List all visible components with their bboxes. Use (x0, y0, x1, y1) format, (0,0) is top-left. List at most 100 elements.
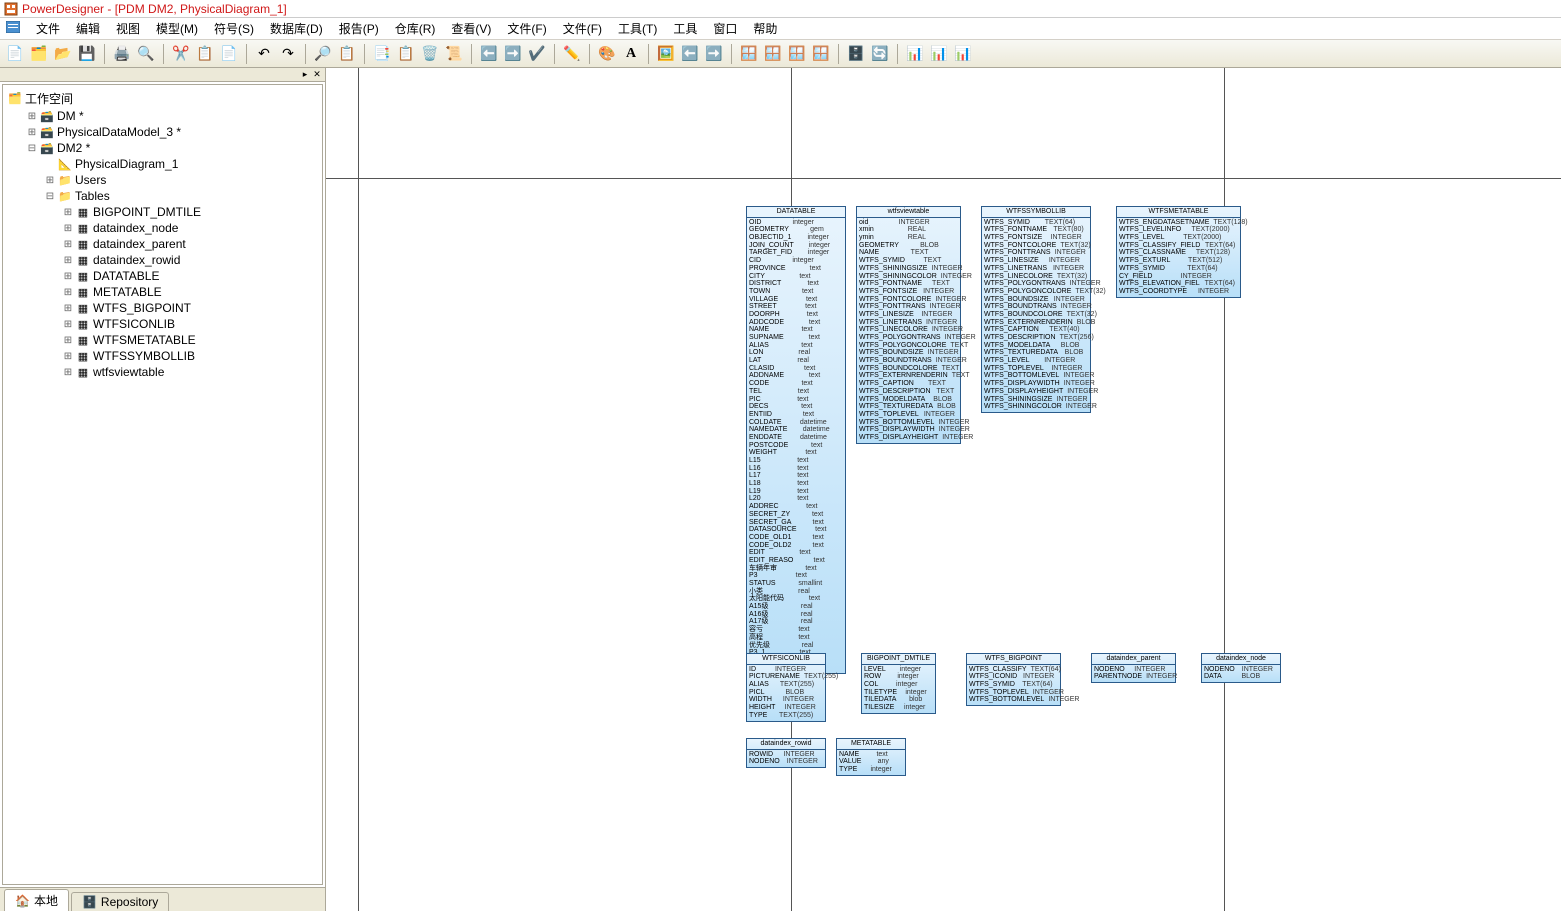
panel-close-icon[interactable]: ✕ (311, 69, 323, 81)
tool-list-icon[interactable]: 📜 (443, 43, 465, 65)
pencil-icon[interactable]: ✏️ (561, 43, 583, 65)
print-button[interactable]: 🖨️ (111, 43, 133, 65)
new-button[interactable]: 📄 (4, 43, 26, 65)
tree-table-WTFSICONLIB[interactable]: ⊞▦WTFSICONLIB (61, 316, 318, 332)
arrow-fwd-icon[interactable]: ➡️ (703, 43, 725, 65)
entity-title: WTFSICONLIB (747, 654, 825, 665)
menu-符号(S)[interactable]: 符号(S) (206, 20, 262, 38)
tree-workspace[interactable]: 🗂️ 工作空间 (7, 89, 318, 108)
tree-table-BIGPOINT_DMTILE[interactable]: ⊞▦BIGPOINT_DMTILE (61, 204, 318, 220)
mdi-icon[interactable] (6, 21, 24, 36)
entity-datatable[interactable]: DATATABLEOIDintegerGEOMETRYgemOBJECTID_1… (746, 206, 846, 674)
menu-报告(P)[interactable]: 报告(P) (331, 20, 387, 38)
tree-diagram[interactable]: 📐PhysicalDiagram_1 (43, 156, 318, 172)
db-reverse-icon[interactable]: 🔄 (869, 43, 891, 65)
window1-icon[interactable]: 🪟 (738, 43, 760, 65)
view2-icon[interactable]: 📊 (928, 43, 950, 65)
tree-pdm3[interactable]: ⊞🗃️PhysicalDataModel_3 * (25, 124, 318, 140)
tool-copy-icon[interactable]: 📑 (371, 43, 393, 65)
image-icon[interactable]: 🖼️ (655, 43, 677, 65)
browser-panel: ▸ ✕ 🗂️ 工作空间 ⊞🗃️DM * ⊞🗃️PhysicalDataModel… (0, 68, 326, 911)
entity-wtfs_bigpoint[interactable]: WTFS_BIGPOINTWTFS_CLASSIFYTEXT(64)WTFS_I… (966, 653, 1061, 706)
entity-columns: WTFS_ENGDATASETNAMETEXT(128)WTFS_LEVELIN… (1117, 218, 1240, 297)
tree-users[interactable]: ⊞📁Users (43, 172, 318, 188)
entity-dataindex_parent[interactable]: dataindex_parentNODENOINTEGERPARENTNODEI… (1091, 653, 1176, 683)
menu-文件(F)[interactable]: 文件(F) (499, 20, 554, 38)
entity-bigpoint_dmtile[interactable]: BIGPOINT_DMTILELEVELintegerROWintegerCOL… (861, 653, 936, 714)
undo-button[interactable]: ↶ (253, 43, 275, 65)
menu-工具(T)[interactable]: 工具(T) (610, 20, 665, 38)
window2-icon[interactable]: 🪟 (762, 43, 784, 65)
tree-table-dataindex_node[interactable]: ⊞▦dataindex_node (61, 220, 318, 236)
window3-icon[interactable]: 🪟 (786, 43, 808, 65)
tree-table-DATATABLE[interactable]: ⊞▦DATATABLE (61, 268, 318, 284)
preview-button[interactable]: 🔍 (135, 43, 157, 65)
tree-table-WTFSSYMBOLLIB[interactable]: ⊞▦WTFSSYMBOLLIB (61, 348, 318, 364)
tool-check-icon[interactable]: ✔️ (526, 43, 548, 65)
menu-查看(V)[interactable]: 查看(V) (443, 20, 499, 38)
menu-帮助[interactable]: 帮助 (745, 20, 785, 38)
window4-icon[interactable]: 🪟 (810, 43, 832, 65)
tree-table-dataindex_rowid[interactable]: ⊞▦dataindex_rowid (61, 252, 318, 268)
tree-tables-folder[interactable]: ⊟📁Tables (43, 188, 318, 204)
titlebar: PowerDesigner - [PDM DM2, PhysicalDiagra… (0, 0, 1561, 18)
table-icon: ▦ (75, 285, 91, 299)
open-button[interactable]: 📂 (52, 43, 74, 65)
tool-delete-icon[interactable]: 🗑️ (419, 43, 441, 65)
view3-icon[interactable]: 📊 (952, 43, 974, 65)
menu-工具[interactable]: 工具 (665, 20, 705, 38)
menu-编辑[interactable]: 编辑 (68, 20, 108, 38)
tree-dm[interactable]: ⊞🗃️DM * (25, 108, 318, 124)
tool-nav1-icon[interactable]: ⬅️ (478, 43, 500, 65)
menu-视图[interactable]: 视图 (108, 20, 148, 38)
entity-columns: ROWIDINTEGERNODENOINTEGER (747, 750, 825, 767)
paste-button[interactable]: 📄 (218, 43, 240, 65)
tool-paste-icon[interactable]: 📋 (395, 43, 417, 65)
menu-数据库(D)[interactable]: 数据库(D) (262, 20, 331, 38)
tree-table-WTFS_BIGPOINT[interactable]: ⊞▦WTFS_BIGPOINT (61, 300, 318, 316)
tree-table-WTFSMETATABLE[interactable]: ⊞▦WTFSMETATABLE (61, 332, 318, 348)
entity-wtfssymbollib[interactable]: WTFSSYMBOLLIBWTFS_SYMIDTEXT(64)WTFS_FONT… (981, 206, 1091, 413)
table-icon: ▦ (75, 221, 91, 235)
save-button[interactable]: 💾 (76, 43, 98, 65)
menu-文件(F)[interactable]: 文件(F) (555, 20, 610, 38)
entity-metatable[interactable]: METATABLENAMEtextVALUEanyTYPEinteger (836, 738, 906, 776)
menu-窗口[interactable]: 窗口 (705, 20, 745, 38)
entity-wtfsiconlib[interactable]: WTFSICONLIBIDINTEGERPICTURENAMETEXT(255)… (746, 653, 826, 722)
tree-table-METATABLE[interactable]: ⊞▦METATABLE (61, 284, 318, 300)
view1-icon[interactable]: 📊 (904, 43, 926, 65)
cut-button[interactable]: ✂️ (170, 43, 192, 65)
font-icon[interactable]: A (620, 43, 642, 65)
arrow-back-icon[interactable]: ⬅️ (679, 43, 701, 65)
object-browser-tree[interactable]: 🗂️ 工作空间 ⊞🗃️DM * ⊞🗃️PhysicalDataModel_3 *… (2, 84, 323, 885)
db-generate-icon[interactable]: 🗄️ (845, 43, 867, 65)
color-fill-icon[interactable]: 🎨 (596, 43, 618, 65)
redo-button[interactable]: ↷ (277, 43, 299, 65)
tab-local[interactable]: 🏠本地 (4, 889, 69, 911)
diagram-canvas[interactable]: DATATABLEOIDintegerGEOMETRYgemOBJECTID_1… (326, 68, 1561, 911)
entity-title: WTFS_BIGPOINT (967, 654, 1060, 665)
entity-dataindex_node[interactable]: dataindex_nodeNODENOINTEGERDATABLOB (1201, 653, 1281, 683)
entity-columns: WTFS_CLASSIFYTEXT(64)WTFS_ICONIDINTEGERW… (967, 665, 1060, 705)
table-icon: ▦ (75, 205, 91, 219)
entity-columns: IDINTEGERPICTURENAMETEXT(255)ALIASTEXT(2… (747, 665, 825, 721)
entity-wtfsmetatable[interactable]: WTFSMETATABLEWTFS_ENGDATASETNAMETEXT(128… (1116, 206, 1241, 298)
entity-dataindex_rowid[interactable]: dataindex_rowidROWIDINTEGERNODENOINTEGER (746, 738, 826, 768)
tab-repository[interactable]: 🗄️Repository (71, 892, 169, 911)
tree-table-wtfsviewtable[interactable]: ⊞▦wtfsviewtable (61, 364, 318, 380)
menu-文件[interactable]: 文件 (28, 20, 68, 38)
entity-wtfsviewtable[interactable]: wtfsviewtableoidINTEGERxminREALyminREALG… (856, 206, 961, 444)
new-project-button[interactable]: 🗂️ (28, 43, 50, 65)
properties-button[interactable]: 📋 (336, 43, 358, 65)
tree-table-dataindex_parent[interactable]: ⊞▦dataindex_parent (61, 236, 318, 252)
tree-dm2[interactable]: ⊟🗃️DM2 * (25, 140, 318, 156)
panel-pin-icon[interactable]: ▸ (299, 69, 311, 81)
menu-仓库(R)[interactable]: 仓库(R) (387, 20, 444, 38)
table-icon: ▦ (75, 269, 91, 283)
menu-模型(M)[interactable]: 模型(M) (148, 20, 206, 38)
copy-button[interactable]: 📋 (194, 43, 216, 65)
entity-title: WTFSMETATABLE (1117, 207, 1240, 218)
entity-columns: WTFS_SYMIDTEXT(64)WTFS_FONTNAMETEXT(80)W… (982, 218, 1090, 412)
find-button[interactable]: 🔎 (312, 43, 334, 65)
tool-nav2-icon[interactable]: ➡️ (502, 43, 524, 65)
